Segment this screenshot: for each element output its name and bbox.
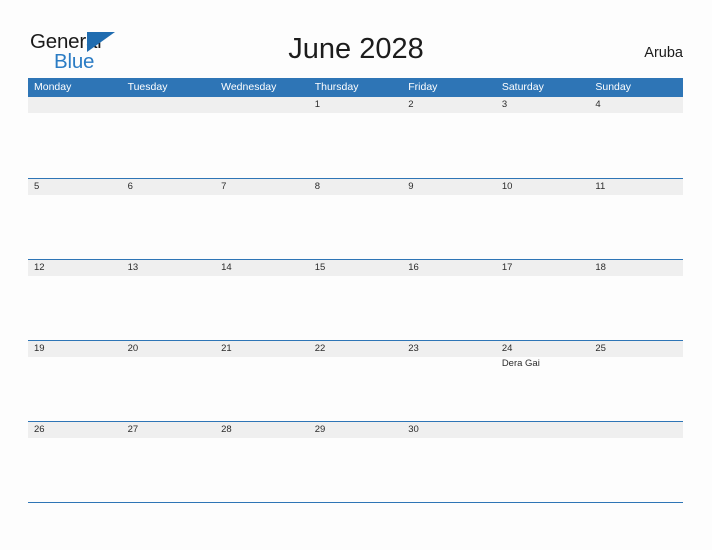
weekday-header-sunday: Sunday (595, 81, 631, 93)
calendar-week-row: 5 6 7 8 9 10 11 (28, 178, 683, 259)
day-number: 5 (34, 181, 40, 192)
calendar-day-cell[interactable]: 13 (122, 260, 216, 341)
calendar-week-row: 19 20 21 22 23 24 Dera Gai 25 (28, 340, 683, 421)
calendar-day-cell[interactable]: 23 (402, 341, 496, 422)
day-number: 20 (127, 343, 139, 354)
calendar-day-cell[interactable]: 9 (402, 179, 496, 260)
day-number: 1 (314, 99, 320, 110)
holiday-event: Dera Gai (501, 358, 540, 369)
calendar-day-cell[interactable]: 30 (402, 422, 496, 503)
calendar-day-cell[interactable]: 22 (309, 341, 403, 422)
weekday-header-thursday: Thursday (314, 81, 359, 93)
page-header: General Blue June 2028 Aruba (0, 0, 712, 76)
calendar-day-cell[interactable]: 16 (402, 260, 496, 341)
calendar-day-cell[interactable]: 15 (309, 260, 403, 341)
calendar-day-cell[interactable]: 17 (496, 260, 590, 341)
week-days: 1 2 3 4 (28, 97, 683, 178)
calendar-day-cell[interactable]: 20 (122, 341, 216, 422)
day-number: 23 (408, 343, 419, 354)
calendar-day-cell-empty (589, 422, 683, 503)
calendar-day-cell[interactable]: 11 (589, 179, 683, 260)
day-number: 6 (127, 181, 133, 192)
day-number: 11 (595, 181, 606, 192)
calendar-weeks: 1 2 3 4 5 6 7 8 9 10 11 12 13 14 15 16 17 18 19 20 21 22 23 24 D… (28, 97, 683, 503)
calendar-grid: Monday Tuesday Wednesday Thursday Friday… (28, 78, 683, 503)
week-days: 5 6 7 8 9 10 11 (28, 179, 683, 260)
day-number: 30 (408, 424, 419, 435)
weekday-header-friday: Friday (408, 81, 438, 93)
calendar-day-cell-empty (496, 422, 590, 503)
day-number: 24 (501, 343, 513, 354)
day-number: 8 (314, 181, 320, 192)
calendar-day-cell-empty (28, 97, 122, 178)
calendar-day-cell[interactable]: 21 (215, 341, 309, 422)
calendar-day-cell[interactable]: 1 (309, 97, 403, 178)
day-number: 25 (595, 343, 606, 354)
day-number: 26 (34, 424, 45, 435)
week-days: 26 27 28 29 30 (28, 422, 683, 503)
day-number: 7 (221, 181, 227, 192)
calendar-week-row: 12 13 14 15 16 17 18 (28, 259, 683, 340)
weekday-header-monday: Monday (34, 81, 72, 93)
week-days: 19 20 21 22 23 24 Dera Gai 25 (28, 341, 683, 422)
day-number: 27 (127, 424, 139, 435)
calendar-day-cell[interactable]: 10 (496, 179, 590, 260)
day-number: 22 (314, 343, 326, 354)
day-number: 10 (501, 181, 513, 192)
day-number: 4 (595, 99, 601, 110)
calendar-day-cell[interactable]: 24 Dera Gai (496, 341, 590, 422)
weekday-header-saturday: Saturday (501, 81, 544, 93)
weekday-header-row: Monday Tuesday Wednesday Thursday Friday… (28, 78, 683, 97)
calendar-day-cell-empty (215, 97, 309, 178)
day-events: Dera Gai (502, 358, 588, 370)
day-number: 18 (595, 262, 606, 273)
day-number: 28 (221, 424, 232, 435)
calendar-day-cell[interactable]: 7 (215, 179, 309, 260)
calendar-day-cell[interactable]: 5 (28, 179, 122, 260)
page-title: June 2028 (288, 33, 424, 65)
calendar-day-cell[interactable]: 4 (589, 97, 683, 178)
day-number: 2 (408, 99, 414, 110)
day-number: 15 (314, 262, 326, 273)
calendar-day-cell[interactable]: 28 (215, 422, 309, 503)
weekday-header-tuesday: Tuesday (127, 81, 168, 93)
calendar-day-cell[interactable]: 19 (28, 341, 122, 422)
week-days: 12 13 14 15 16 17 18 (28, 260, 683, 341)
calendar-day-cell[interactable]: 18 (589, 260, 683, 341)
day-number: 9 (408, 181, 414, 192)
calendar-page: General Blue June 2028 Aruba Monday Tues… (0, 0, 712, 550)
calendar-day-cell-empty (122, 97, 216, 178)
calendar-day-cell[interactable]: 29 (309, 422, 403, 503)
calendar-day-cell[interactable]: 26 (28, 422, 122, 503)
day-number: 21 (221, 343, 232, 354)
day-number: 14 (221, 262, 232, 273)
weekday-header-wednesday: Wednesday (221, 81, 277, 93)
calendar-day-cell[interactable]: 6 (122, 179, 216, 260)
day-number: 12 (34, 262, 45, 273)
day-number: 29 (314, 424, 326, 435)
calendar-day-cell[interactable]: 3 (496, 97, 590, 178)
day-number: 17 (501, 262, 513, 273)
day-number: 19 (34, 343, 45, 354)
calendar-day-cell[interactable]: 25 (589, 341, 683, 422)
calendar-day-cell[interactable]: 2 (402, 97, 496, 178)
calendar-day-cell[interactable]: 14 (215, 260, 309, 341)
calendar-day-cell[interactable]: 12 (28, 260, 122, 341)
calendar-day-cell[interactable]: 8 (309, 179, 403, 260)
country-label: Aruba (644, 45, 683, 61)
calendar-day-cell[interactable]: 27 (122, 422, 216, 503)
calendar-week-row: 26 27 28 29 30 (28, 421, 683, 503)
day-number: 3 (501, 99, 508, 110)
calendar-week-row: 1 2 3 4 (28, 97, 683, 178)
day-number: 13 (127, 262, 139, 273)
day-number: 16 (408, 262, 419, 273)
